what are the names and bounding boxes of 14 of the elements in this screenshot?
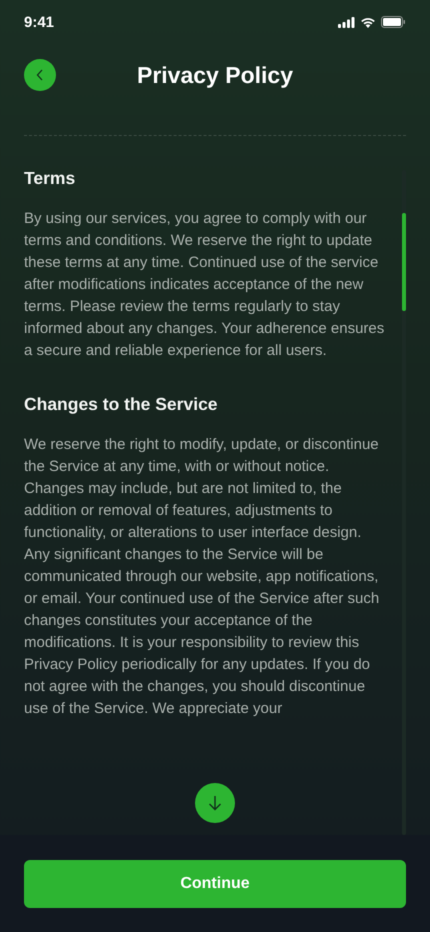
continue-button[interactable]: Continue [24, 860, 406, 908]
page-title: Privacy Policy [137, 62, 293, 88]
section-heading: Changes to the Service [24, 393, 219, 416]
scroll-down-button[interactable] [195, 783, 235, 823]
wifi-icon [360, 16, 376, 28]
arrow-down-icon [208, 795, 222, 811]
section-text: We reserve the right to modify, update, or discontinue the Service at any time, with or without notice. Changes may include, but are not limited to, the addition or removal of features, adjustments to functionality, or alterations to user interface design. Any significant changes to the Service will be communicated through our website, app notifications, or email. Your continued use of the Service after such changes constitutes your acceptance of the modifications. It is your responsibility to review this Privacy Policy periodically for any updates. If you do not agree with the changes, you should discontinue use of the Service. We appreciate your [24, 435, 380, 719]
chevron-left-icon [36, 69, 44, 81]
back-button[interactable] [24, 59, 56, 91]
section-heading: Terms [24, 167, 76, 190]
signal-icon [338, 16, 355, 28]
battery-icon [381, 16, 406, 28]
status-time: 9:41 [24, 14, 54, 30]
section-text: By using our services, you agree to comply with our terms and conditions. We reserve the right to update these terms at any time. Continued use of the service after modifications indicates acceptance of the new terms. Please review the terms regularly to stay informed about any changes. Your adherence ensures a secure and reliable experience for all users. [24, 209, 386, 361]
